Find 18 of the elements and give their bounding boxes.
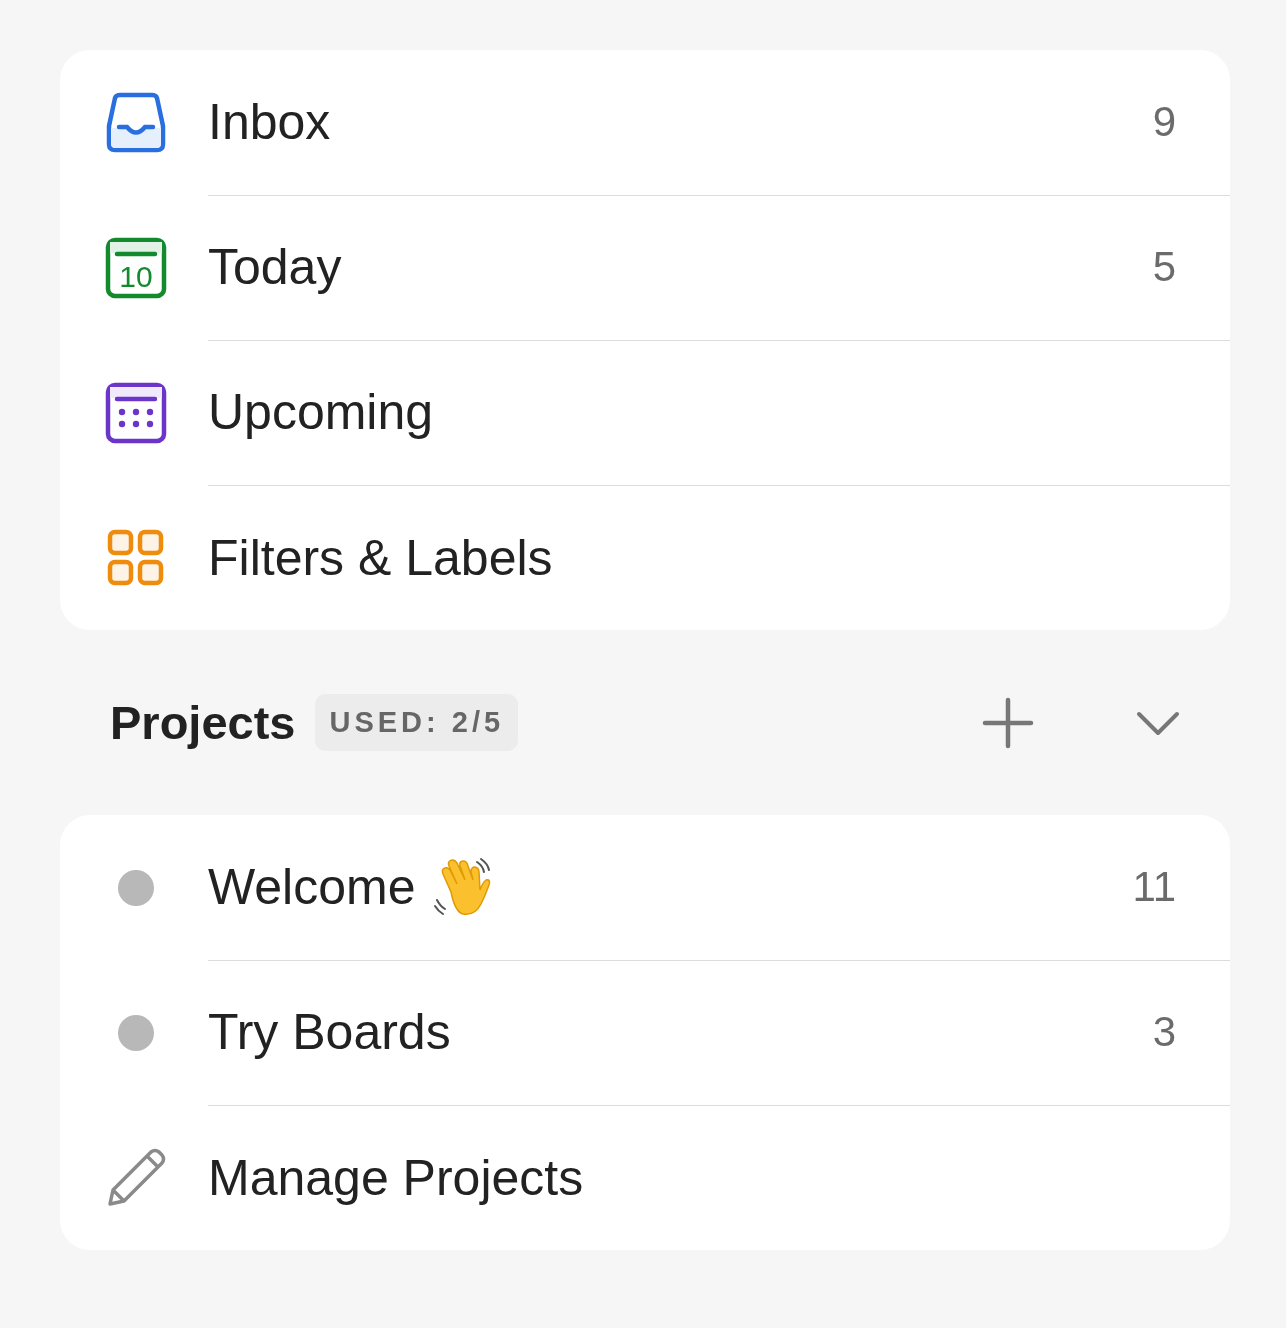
calendar-icon: 10 <box>104 236 167 299</box>
plus-icon <box>982 696 1034 749</box>
task-count: 9 <box>1152 98 1176 146</box>
nav-item[interactable]: Upcoming <box>208 383 1176 441</box>
grid-icon <box>106 528 165 587</box>
task-count: 11 <box>1132 863 1176 911</box>
section-title: Projects <box>110 695 296 750</box>
project-item[interactable]: Welcome <box>208 858 416 916</box>
project-item[interactable]: Manage Projects <box>208 1148 584 1207</box>
calendar-icon <box>104 381 167 444</box>
task-count: 5 <box>1152 243 1176 291</box>
nav-item[interactable]: Today <box>208 238 1153 296</box>
project-item[interactable]: Try Boards <box>208 1003 451 1061</box>
nav-item[interactable]: Filters & Labels <box>208 528 1176 587</box>
nav-item[interactable]: Inbox <box>208 93 1153 151</box>
inbox-icon <box>104 91 167 154</box>
task-count: 3 <box>1152 1008 1176 1056</box>
usage-badge: USED: 2/5 <box>315 694 519 751</box>
